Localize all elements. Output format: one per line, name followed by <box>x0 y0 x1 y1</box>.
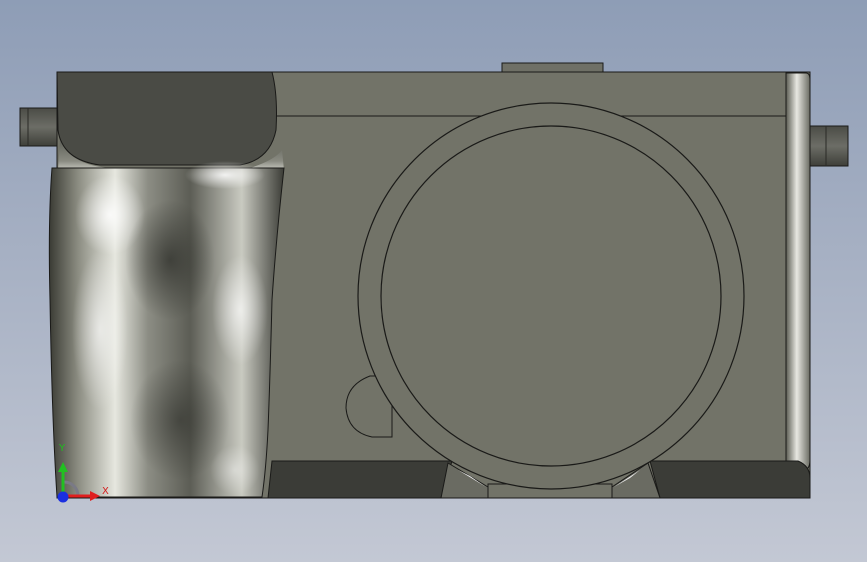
strap-lug-left <box>19 107 59 147</box>
body-right-edge <box>785 72 811 471</box>
axis-x-label: X <box>102 486 109 497</box>
grip-top-shoulder <box>56 71 277 166</box>
base-plate-right <box>649 460 811 499</box>
z-axis-point <box>57 491 69 503</box>
strap-lug-right <box>807 125 849 167</box>
base-plate-left <box>267 460 453 499</box>
camera-model[interactable] <box>0 0 867 562</box>
axis-y-label: Y <box>59 443 66 454</box>
graphics-viewport[interactable]: Y X <box>0 0 867 562</box>
lens-inner-ring <box>380 125 722 467</box>
